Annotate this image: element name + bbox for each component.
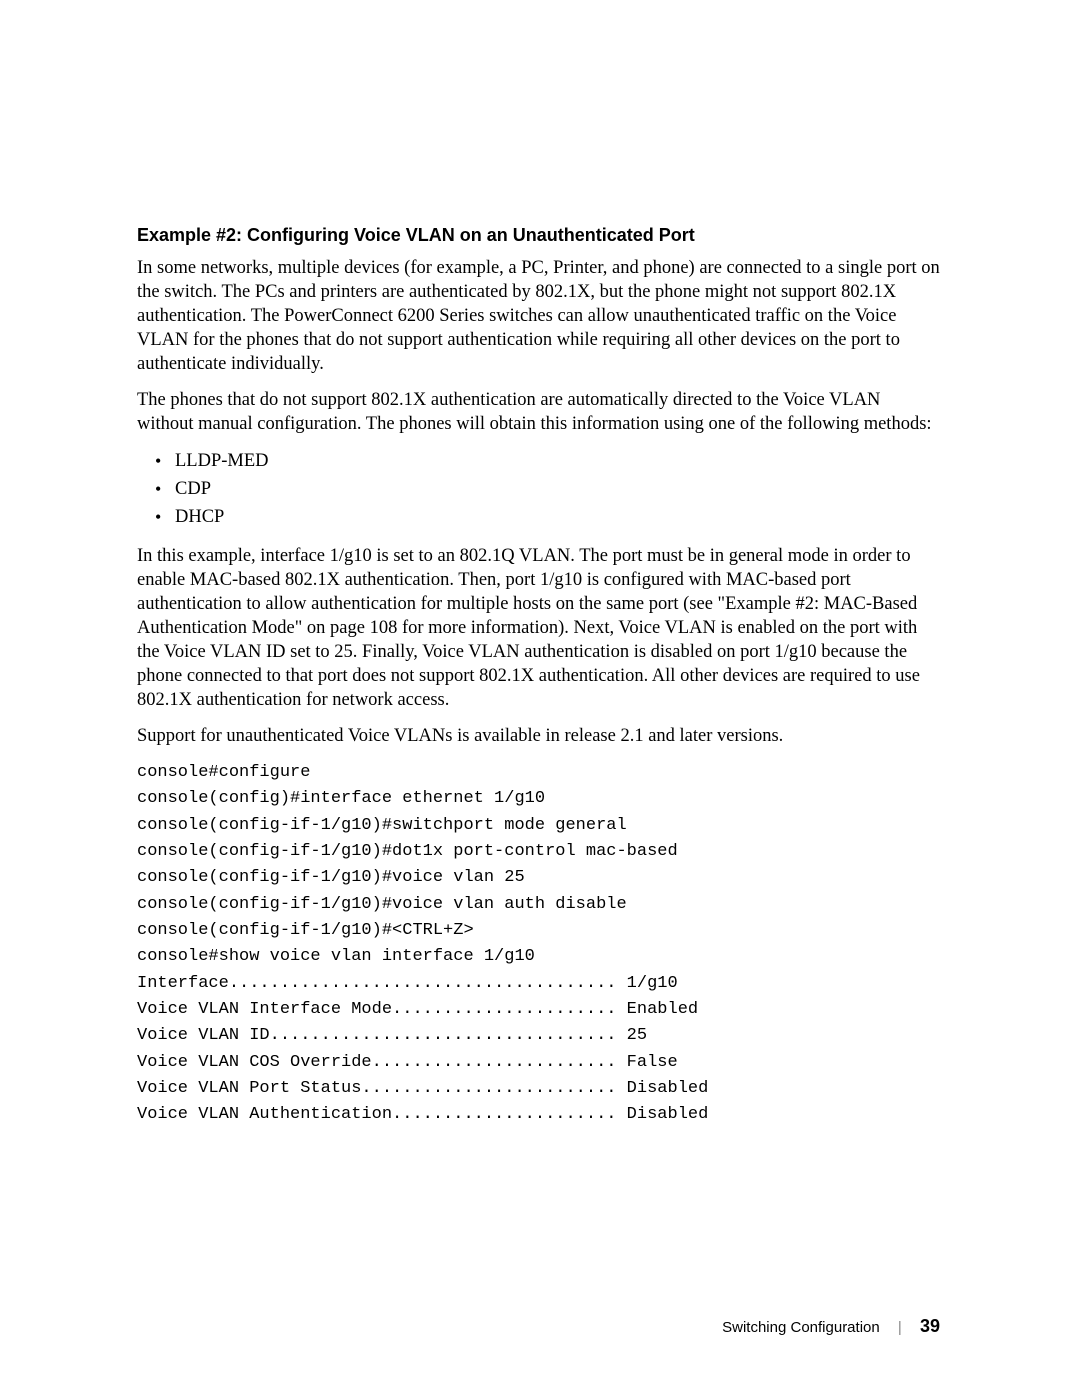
section-name: Switching Configuration (722, 1319, 880, 1336)
cli-line: Voice VLAN Port Status..................… (137, 1076, 940, 1102)
cli-line: Voice VLAN ID...........................… (137, 1023, 940, 1049)
list-item: CDP (137, 476, 940, 504)
cli-line: console(config-if-1/g10)#voice vlan 25 (137, 865, 940, 891)
paragraph-2: The phones that do not support 802.1X au… (137, 388, 940, 436)
cli-line: console(config-if-1/g10)#voice vlan auth… (137, 892, 940, 918)
list-item: DHCP (137, 504, 940, 532)
cli-line: console#configure (137, 760, 940, 786)
cli-line: console(config-if-1/g10)#<CTRL+Z> (137, 918, 940, 944)
page-content: Example #2: Configuring Voice VLAN on an… (0, 0, 1080, 1189)
footer-separator: | (884, 1319, 916, 1336)
example-heading: Example #2: Configuring Voice VLAN on an… (137, 225, 940, 246)
paragraph-4: Support for unauthenticated Voice VLANs … (137, 724, 940, 748)
cli-line: console(config)#interface ethernet 1/g10 (137, 786, 940, 812)
page-number: 39 (920, 1316, 940, 1336)
cli-line: Voice VLAN Interface Mode...............… (137, 997, 940, 1023)
methods-list: LLDP-MED CDP DHCP (137, 448, 940, 531)
cli-line: console(config-if-1/g10)#dot1x port-cont… (137, 839, 940, 865)
cli-line: Interface...............................… (137, 971, 940, 997)
paragraph-1: In some networks, multiple devices (for … (137, 256, 940, 376)
cli-line: Voice VLAN COS Override.................… (137, 1050, 940, 1076)
page-footer: Switching Configuration | 39 (722, 1316, 940, 1337)
list-item: LLDP-MED (137, 448, 940, 476)
cli-line: console#show voice vlan interface 1/g10 (137, 944, 940, 970)
cli-line: console(config-if-1/g10)#switchport mode… (137, 813, 940, 839)
paragraph-3: In this example, interface 1/g10 is set … (137, 544, 940, 712)
cli-output: console#configure console(config)#interf… (137, 760, 940, 1129)
cli-line: Voice VLAN Authentication...............… (137, 1102, 940, 1128)
